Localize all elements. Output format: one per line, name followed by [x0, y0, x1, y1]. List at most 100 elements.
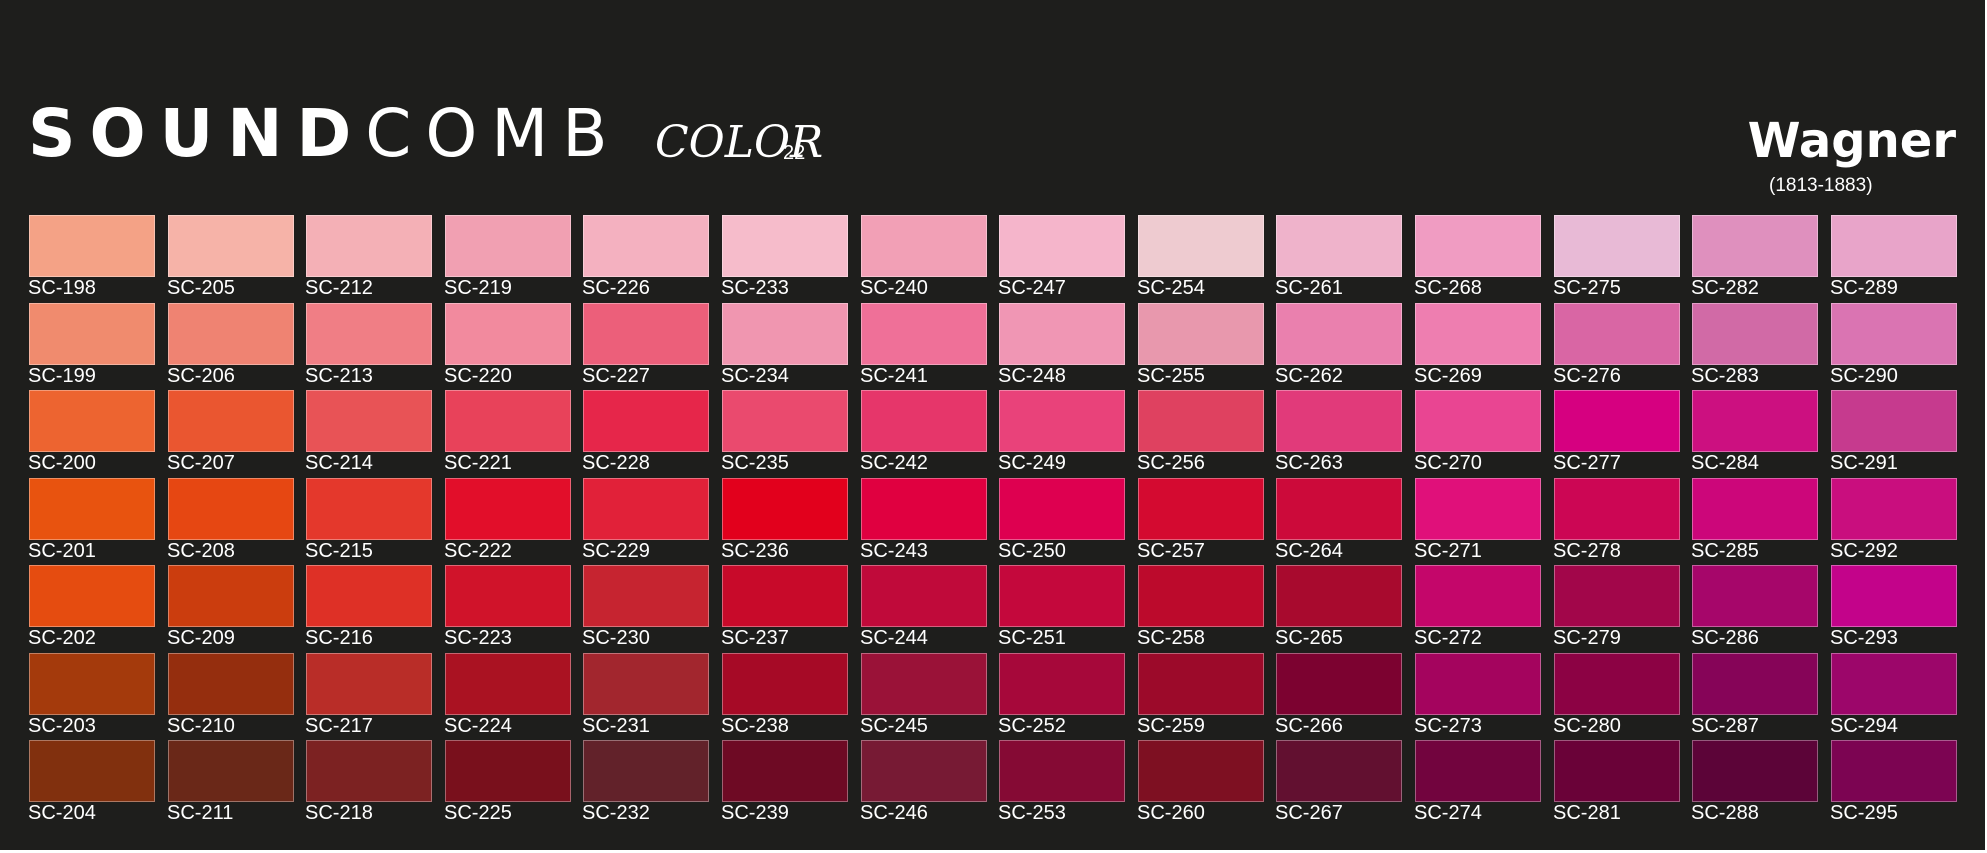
color-swatch [861, 740, 987, 802]
swatch-cell[interactable]: SC-227 [582, 303, 710, 390]
swatch-cell[interactable]: SC-286 [1691, 565, 1819, 652]
swatch-cell[interactable]: SC-281 [1553, 740, 1681, 827]
swatch-cell[interactable]: SC-198 [28, 215, 156, 302]
swatch-cell[interactable]: SC-253 [998, 740, 1126, 827]
swatch-cell[interactable]: SC-262 [1275, 303, 1403, 390]
swatch-cell[interactable]: SC-233 [721, 215, 849, 302]
swatch-cell[interactable]: SC-274 [1414, 740, 1542, 827]
swatch-cell[interactable]: SC-290 [1830, 303, 1958, 390]
swatch-cell[interactable]: SC-279 [1553, 565, 1681, 652]
swatch-cell[interactable]: SC-264 [1275, 478, 1403, 565]
swatch-cell[interactable]: SC-237 [721, 565, 849, 652]
swatch-cell[interactable]: SC-209 [167, 565, 295, 652]
swatch-cell[interactable]: SC-260 [1137, 740, 1265, 827]
swatch-cell[interactable]: SC-267 [1275, 740, 1403, 827]
swatch-cell[interactable]: SC-268 [1414, 215, 1542, 302]
swatch-cell[interactable]: SC-273 [1414, 653, 1542, 740]
swatch-cell[interactable]: SC-214 [305, 390, 433, 477]
swatch-cell[interactable]: SC-245 [860, 653, 988, 740]
swatch-cell[interactable]: SC-250 [998, 478, 1126, 565]
swatch-cell[interactable]: SC-292 [1830, 478, 1958, 565]
swatch-cell[interactable]: SC-213 [305, 303, 433, 390]
swatch-cell[interactable]: SC-231 [582, 653, 710, 740]
swatch-cell[interactable]: SC-272 [1414, 565, 1542, 652]
swatch-cell[interactable]: SC-215 [305, 478, 433, 565]
swatch-cell[interactable]: SC-238 [721, 653, 849, 740]
swatch-cell[interactable]: SC-239 [721, 740, 849, 827]
swatch-cell[interactable]: SC-211 [167, 740, 295, 827]
swatch-cell[interactable]: SC-229 [582, 478, 710, 565]
swatch-cell[interactable]: SC-218 [305, 740, 433, 827]
swatch-cell[interactable]: SC-200 [28, 390, 156, 477]
swatch-cell[interactable]: SC-285 [1691, 478, 1819, 565]
swatch-cell[interactable]: SC-235 [721, 390, 849, 477]
swatch-cell[interactable]: SC-205 [167, 215, 295, 302]
swatch-cell[interactable]: SC-230 [582, 565, 710, 652]
swatch-cell[interactable]: SC-221 [444, 390, 572, 477]
swatch-cell[interactable]: SC-247 [998, 215, 1126, 302]
swatch-cell[interactable]: SC-269 [1414, 303, 1542, 390]
swatch-cell[interactable]: SC-291 [1830, 390, 1958, 477]
swatch-cell[interactable]: SC-199 [28, 303, 156, 390]
swatch-cell[interactable]: SC-240 [860, 215, 988, 302]
swatch-cell[interactable]: SC-243 [860, 478, 988, 565]
swatch-cell[interactable]: SC-270 [1414, 390, 1542, 477]
swatch-cell[interactable]: SC-225 [444, 740, 572, 827]
swatch-cell[interactable]: SC-207 [167, 390, 295, 477]
swatch-cell[interactable]: SC-222 [444, 478, 572, 565]
swatch-cell[interactable]: SC-265 [1275, 565, 1403, 652]
swatch-cell[interactable]: SC-210 [167, 653, 295, 740]
swatch-cell[interactable]: SC-259 [1137, 653, 1265, 740]
swatch-cell[interactable]: SC-234 [721, 303, 849, 390]
swatch-cell[interactable]: SC-226 [582, 215, 710, 302]
swatch-cell[interactable]: SC-263 [1275, 390, 1403, 477]
swatch-cell[interactable]: SC-275 [1553, 215, 1681, 302]
swatch-cell[interactable]: SC-236 [721, 478, 849, 565]
swatch-cell[interactable]: SC-208 [167, 478, 295, 565]
swatch-cell[interactable]: SC-266 [1275, 653, 1403, 740]
swatch-cell[interactable]: SC-206 [167, 303, 295, 390]
swatch-cell[interactable]: SC-204 [28, 740, 156, 827]
swatch-cell[interactable]: SC-244 [860, 565, 988, 652]
swatch-cell[interactable]: SC-261 [1275, 215, 1403, 302]
swatch-cell[interactable]: SC-252 [998, 653, 1126, 740]
swatch-cell[interactable]: SC-201 [28, 478, 156, 565]
swatch-cell[interactable]: SC-289 [1830, 215, 1958, 302]
swatch-cell[interactable]: SC-251 [998, 565, 1126, 652]
swatch-cell[interactable]: SC-293 [1830, 565, 1958, 652]
swatch-cell[interactable]: SC-228 [582, 390, 710, 477]
swatch-cell[interactable]: SC-257 [1137, 478, 1265, 565]
swatch-cell[interactable]: SC-276 [1553, 303, 1681, 390]
swatch-cell[interactable]: SC-277 [1553, 390, 1681, 477]
swatch-cell[interactable]: SC-278 [1553, 478, 1681, 565]
swatch-cell[interactable]: SC-287 [1691, 653, 1819, 740]
swatch-cell[interactable]: SC-258 [1137, 565, 1265, 652]
swatch-cell[interactable]: SC-283 [1691, 303, 1819, 390]
swatch-cell[interactable]: SC-256 [1137, 390, 1265, 477]
swatch-cell[interactable]: SC-241 [860, 303, 988, 390]
swatch-cell[interactable]: SC-288 [1691, 740, 1819, 827]
swatch-cell[interactable]: SC-212 [305, 215, 433, 302]
swatch-cell[interactable]: SC-255 [1137, 303, 1265, 390]
swatch-cell[interactable]: SC-284 [1691, 390, 1819, 477]
swatch-cell[interactable]: SC-217 [305, 653, 433, 740]
swatch-cell[interactable]: SC-282 [1691, 215, 1819, 302]
swatch-cell[interactable]: SC-248 [998, 303, 1126, 390]
swatch-cell[interactable]: SC-220 [444, 303, 572, 390]
swatch-code: SC-246 [860, 802, 928, 824]
swatch-cell[interactable]: SC-271 [1414, 478, 1542, 565]
swatch-cell[interactable]: SC-232 [582, 740, 710, 827]
swatch-cell[interactable]: SC-249 [998, 390, 1126, 477]
swatch-cell[interactable]: SC-280 [1553, 653, 1681, 740]
swatch-cell[interactable]: SC-203 [28, 653, 156, 740]
swatch-cell[interactable]: SC-202 [28, 565, 156, 652]
swatch-cell[interactable]: SC-216 [305, 565, 433, 652]
swatch-cell[interactable]: SC-295 [1830, 740, 1958, 827]
swatch-cell[interactable]: SC-254 [1137, 215, 1265, 302]
swatch-cell[interactable]: SC-242 [860, 390, 988, 477]
swatch-cell[interactable]: SC-219 [444, 215, 572, 302]
swatch-cell[interactable]: SC-294 [1830, 653, 1958, 740]
swatch-cell[interactable]: SC-224 [444, 653, 572, 740]
swatch-cell[interactable]: SC-246 [860, 740, 988, 827]
swatch-cell[interactable]: SC-223 [444, 565, 572, 652]
